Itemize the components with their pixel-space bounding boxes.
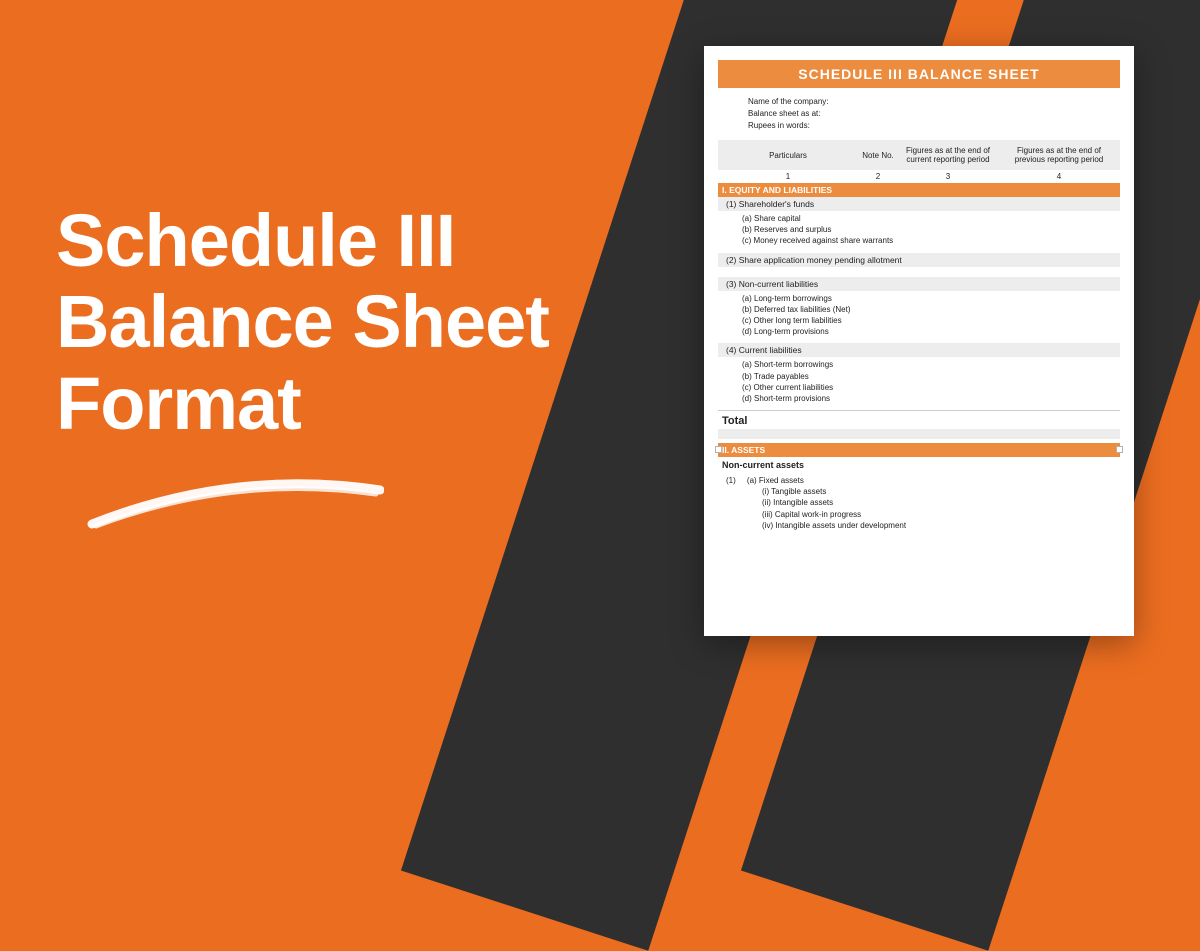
noncurrent-items: (a) Long-term borrowings (b) Deferred ta… [718, 291, 1120, 344]
document-preview: SCHEDULE III BALANCE SHEET Name of the c… [704, 46, 1134, 636]
col-particulars: Particulars [718, 145, 858, 166]
asset-intangible: (ii) Intangible assets [726, 497, 1120, 508]
col-current: Figures as at the end of current reporti… [898, 140, 998, 170]
group-share-application: (2) Share application money pending allo… [718, 253, 1120, 267]
col-previous: Figures as at the end of previous report… [998, 140, 1120, 170]
doc-table-numrow: 1 2 3 4 [718, 170, 1120, 183]
group-shareholders-funds: (1) Shareholder's funds [718, 197, 1120, 211]
heading-line-1: Schedule III [56, 200, 549, 281]
group-current-liabilities: (4) Current liabilities [718, 343, 1120, 357]
noncurrent-assets-label: Non-current assets [718, 457, 1120, 473]
shareholders-items: (a) Share capital (b) Reserves and surpl… [718, 211, 1120, 253]
asset-tangible: (i) Tangible assets [726, 486, 1120, 497]
item-reserves: (b) Reserves and surplus [742, 224, 1120, 235]
item-longterm-provisions: (d) Long-term provisions [742, 326, 1120, 337]
current-items: (a) Short-term borrowings (b) Trade paya… [718, 357, 1120, 410]
fixed-assets-block: (1) (a) Fixed assets (i) Tangible assets… [718, 473, 1120, 535]
doc-table-header: Particulars Note No. Figures as at the e… [718, 140, 1120, 170]
heading-line-2: Balance Sheet [56, 281, 549, 362]
asset-fixed: (a) Fixed assets [747, 476, 804, 485]
asset-row-1: (1) (a) Fixed assets [726, 475, 1120, 486]
heading-line-3: Format [56, 363, 549, 444]
item-other-current: (c) Other current liabilities [742, 382, 1120, 393]
doc-title: SCHEDULE III BALANCE SHEET [718, 60, 1120, 88]
meta-rupees: Rupees in words: [748, 120, 1120, 132]
item-money-warrants: (c) Money received against share warrant… [742, 235, 1120, 246]
col-note: Note No. [858, 145, 898, 166]
meta-company: Name of the company: [748, 96, 1120, 108]
group-noncurrent-liabilities: (3) Non-current liabilities [718, 277, 1120, 291]
item-shortterm-provisions: (d) Short-term provisions [742, 393, 1120, 404]
num-2: 2 [858, 172, 898, 181]
num-4: 4 [998, 172, 1120, 181]
item-other-longterm: (c) Other long term liabilities [742, 315, 1120, 326]
num-3: 3 [898, 172, 998, 181]
spacer [718, 267, 1120, 277]
item-trade-payables: (b) Trade payables [742, 371, 1120, 382]
item-shortterm-borrowings: (a) Short-term borrowings [742, 359, 1120, 370]
section-assets: II. ASSETS [718, 443, 1120, 457]
item-share-capital: (a) Share capital [742, 213, 1120, 224]
page-title: Schedule III Balance Sheet Format [56, 200, 549, 444]
meta-asat: Balance sheet as at: [748, 108, 1120, 120]
num-1: 1 [718, 172, 858, 181]
section-equity-liabilities: I. EQUITY AND LIABILITIES [718, 183, 1120, 197]
underline-swish-icon [84, 478, 384, 538]
asset-cwip: (iii) Capital work-in progress [726, 509, 1120, 520]
item-longterm-borrowings: (a) Long-term borrowings [742, 293, 1120, 304]
item-deferred-tax: (b) Deferred tax liabilities (Net) [742, 304, 1120, 315]
doc-meta-block: Name of the company: Balance sheet as at… [718, 88, 1120, 140]
total-grey-bar [718, 429, 1120, 439]
asset-intangible-dev: (iv) Intangible assets under development [726, 520, 1120, 531]
asset-num: (1) [726, 476, 736, 485]
total-label: Total [718, 410, 1120, 429]
